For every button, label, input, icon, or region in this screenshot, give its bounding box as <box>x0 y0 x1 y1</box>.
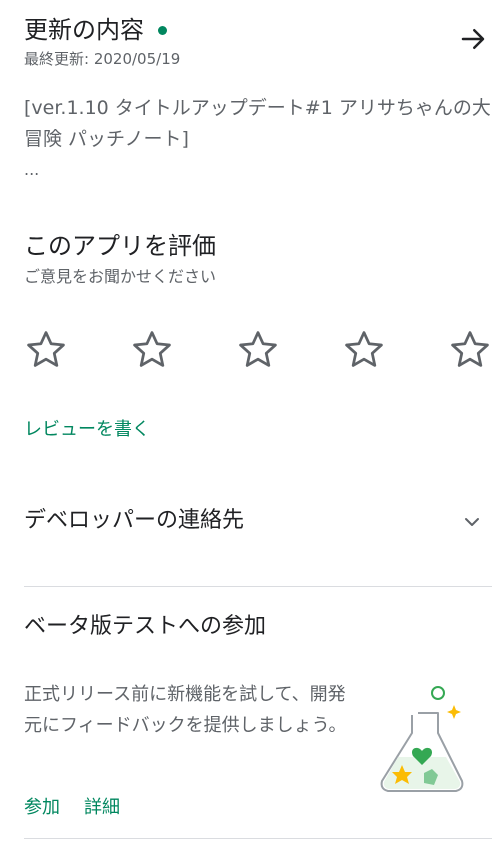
beta-description: 正式リリース前に新機能を試して、開発元にフィードバックを提供しましょう。 <box>24 684 347 736</box>
whats-new-header: 更新の内容 <box>24 14 167 46</box>
rate-app-section: このアプリを評価 ご意見をお聞かせください レビューを書く <box>0 210 504 450</box>
join-beta-link[interactable]: 参加 <box>24 793 60 819</box>
release-notes-ellipsis: ... <box>24 160 40 179</box>
star-icon-2[interactable] <box>130 328 174 372</box>
whats-new-title: 更新の内容 <box>24 16 144 44</box>
whats-new-section[interactable]: 更新の内容 最終更新: 2020/05/19 [ver.1.10 タイトルアップ… <box>0 0 504 210</box>
new-indicator-dot <box>158 25 167 35</box>
release-notes-text: [ver.1.10 タイトルアップデート#1 アリサちゃんの大冒険 パッチノート… <box>24 97 491 150</box>
star-icon-4[interactable] <box>342 328 386 372</box>
write-review-link[interactable]: レビューを書く <box>24 415 150 441</box>
flask-icon <box>380 686 464 792</box>
chevron-down-icon[interactable] <box>460 510 484 534</box>
arrow-right-icon[interactable] <box>458 24 488 54</box>
beta-section: ベータ版テストへの参加 正式リリース前に新機能を試して、開発元にフィードバックを… <box>0 587 504 851</box>
rate-subtitle: ご意見をお聞かせください <box>24 267 217 286</box>
last-updated-date: 最終更新: 2020/05/19 <box>24 50 181 68</box>
star-icon-1[interactable] <box>24 328 68 372</box>
developer-contact-title: デベロッパーの連絡先 <box>24 508 245 533</box>
star-icon-5[interactable] <box>448 328 492 372</box>
section-divider-bottom <box>24 838 492 839</box>
star-rating[interactable] <box>24 328 492 372</box>
beta-details-link[interactable]: 詳細 <box>84 793 120 819</box>
beta-title: ベータ版テストへの参加 <box>24 614 267 639</box>
rate-title: このアプリを評価 <box>24 232 216 260</box>
developer-contact-section[interactable]: デベロッパーの連絡先 <box>0 450 504 586</box>
star-icon-3[interactable] <box>236 328 280 372</box>
beta-actions: 参加 詳細 <box>24 793 120 819</box>
